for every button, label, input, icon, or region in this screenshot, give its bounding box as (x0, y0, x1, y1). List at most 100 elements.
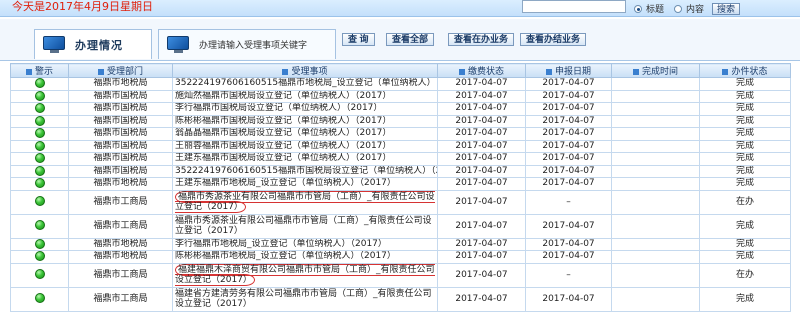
item-cell[interactable]: 福建福鼎木泽商贸有限公司福鼎市市管局（工商）_有限责任公司设立登记（2017） (172, 262, 438, 288)
table-row[interactable]: 福鼎市地税局 352224197606160515福鼎市地税局_设立登记（单位纳税… (10, 77, 791, 91)
fee-cell: 2017-04-07 (437, 139, 526, 153)
monitor-icon (43, 35, 67, 54)
dept-cell: 福鼎市地税局 (68, 77, 173, 91)
tab-status-label: 办理情况 (75, 38, 123, 52)
item-cell[interactable]: 352224197606160515福鼎市国税局设立登记（单位纳税人）（2017… (172, 164, 438, 178)
item-link[interactable]: 352224197606160515福鼎市地税局_设立登记（单位纳税人）（201… (175, 78, 437, 88)
status-cell: 完成 (699, 177, 791, 191)
col-status[interactable]: 办件状态 (699, 63, 791, 78)
item-cell[interactable]: 福鼎市秀源茶业有限公司福鼎市市管局（工商）_有限责任公司设立登记（2017） (172, 213, 438, 239)
item-cell[interactable]: 福鼎市秀源茶业有限公司福鼎市市管局（工商）_有限责任公司设立登记（2017） (172, 189, 438, 215)
date-cell: 2017-04-07 (525, 250, 612, 264)
item-link[interactable]: 福鼎市秀源茶业有限公司福鼎市市管局（工商）_有限责任公司设立登记（2017） (175, 216, 432, 236)
tab-keyword[interactable]: 办理请输入受理事项关键字 (158, 29, 336, 59)
item-link[interactable]: 李行福鼎市国税局设立登记（单位纳税人）（2017） (175, 103, 382, 113)
view-all-button[interactable]: 查看全部 (386, 33, 435, 46)
status-dot-cell (10, 139, 69, 153)
table-row[interactable]: 福鼎市国税局 施灿然福鼎市国税局设立登记（单位纳税人）（2017） 2017-04-… (10, 89, 791, 103)
item-cell[interactable]: 李行福鼎市地税局_设立登记（单位纳税人）（2017） (172, 237, 438, 251)
item-cell[interactable]: 352224197606160515福鼎市地税局_设立登记（单位纳税人）（201… (172, 77, 438, 91)
item-link[interactable]: 李行福鼎市地税局_设立登记（单位纳税人）（2017） (175, 239, 387, 249)
status-dot-icon (34, 103, 45, 113)
search-button[interactable]: 搜索 (712, 2, 741, 15)
fee-cell: 2017-04-07 (437, 262, 526, 288)
table-row[interactable]: 福鼎市地税局 王建东福鼎市地税局_设立登记（单位纳税人）（2017） 2017-04… (10, 177, 791, 191)
item-cell[interactable]: 陈彬彬福鼎市地税局_设立登记（单位纳税人）（2017） (172, 250, 438, 264)
table-row[interactable]: 福鼎市国税局 王丽蓉福鼎市国税局设立登记（单位纳税人）（2017） 2017-04-… (10, 139, 791, 153)
item-link[interactable]: 352224197606160515福鼎市国税局设立登记（单位纳税人）（2017… (175, 166, 437, 176)
table-row[interactable]: 福鼎市工商局 福鼎市秀源茶业有限公司福鼎市市管局（工商）_有限责任公司设立登记（2… (10, 213, 791, 239)
item-link[interactable]: 福建福鼎木泽商贸有限公司福鼎市市管局（工商）_有限责任公司设立登记（2017） (175, 264, 435, 286)
status-dot-cell (10, 114, 69, 128)
date-cell: 2017-04-07 (525, 237, 612, 251)
dept-cell: 福鼎市工商局 (68, 189, 173, 215)
item-cell[interactable]: 施灿然福鼎市国税局设立登记（单位纳税人）（2017） (172, 89, 438, 103)
status-dot-icon (34, 165, 45, 176)
col-date[interactable]: 申报日期 (525, 63, 612, 78)
keyword-label: 办理请输入受理事项关键字 (199, 41, 308, 51)
table-header-row: 警示 受理部门 受理事项 缴费状态 申报日期 完成时间 办件状态 (10, 63, 791, 78)
table-row[interactable]: 福鼎市工商局 福建省方建清劳务有限公司福鼎市市管局（工商）_有限责任公司设立登记（… (10, 286, 791, 312)
tab-status[interactable]: 办理情况 (34, 29, 152, 59)
item-cell[interactable]: 李行福鼎市国税局设立登记（单位纳税人）（2017） (172, 102, 438, 116)
item-link[interactable]: 福建省方建清劳务有限公司福鼎市市管局（工商）_有限责任公司设立登记（2017） (175, 289, 432, 309)
radio-title[interactable] (634, 4, 642, 13)
table-row[interactable]: 福鼎市国税局 王建东福鼎市国税局设立登记（单位纳税人）（2017） 2017-04-… (10, 152, 791, 166)
col-done[interactable]: 完成时间 (611, 63, 700, 78)
item-link[interactable]: 福鼎市秀源茶业有限公司福鼎市市管局（工商）_有限责任公司设立登记（2017） (175, 191, 435, 213)
fee-cell: 2017-04-07 (437, 77, 526, 91)
col-warning[interactable]: 警示 (10, 63, 69, 78)
status-cell: 完成 (699, 102, 791, 116)
item-cell[interactable]: 王丽蓉福鼎市国税局设立登记（单位纳税人）（2017） (172, 139, 438, 153)
item-cell[interactable]: 翁晶晶福鼎市国税局设立登记（单位纳税人）（2017） (172, 127, 438, 141)
fee-cell: 2017-04-07 (437, 102, 526, 116)
item-link[interactable]: 翁晶晶福鼎市国税局设立登记（单位纳税人）（2017） (175, 128, 391, 138)
item-link[interactable]: 施灿然福鼎市国税局设立登记（单位纳税人）（2017） (175, 91, 391, 101)
status-cell: 完成 (699, 213, 791, 239)
item-cell[interactable]: 陈彬彬福鼎市国税局设立登记（单位纳税人）（2017） (172, 114, 438, 128)
view-inprogress-button[interactable]: 查看在办业务 (448, 33, 515, 46)
date-cell: 2017-04-07 (525, 89, 612, 103)
status-cell: 完成 (699, 237, 791, 251)
table-row[interactable]: 福鼎市国税局 陈彬彬福鼎市国税局设立登记（单位纳税人）（2017） 2017-04-… (10, 114, 791, 128)
status-cell: 完成 (699, 250, 791, 264)
col-fee[interactable]: 缴费状态 (437, 63, 526, 78)
item-link[interactable]: 陈彬彬福鼎市国税局设立登记（单位纳税人）（2017） (175, 116, 391, 126)
status-dot-icon (34, 115, 45, 126)
done-cell (611, 139, 700, 153)
item-link[interactable]: 陈彬彬福鼎市地税局_设立登记（单位纳税人）（2017） (175, 251, 396, 261)
item-cell[interactable]: 王建东福鼎市国税局设立登记（单位纳税人）（2017） (172, 152, 438, 166)
status-dot-icon (34, 78, 45, 88)
query-button[interactable]: 查 询 (342, 33, 375, 46)
business-table: 警示 受理部门 受理事项 缴费状态 申报日期 完成时间 办件状态 福鼎市地税局 3… (10, 63, 791, 312)
done-cell (611, 152, 700, 166)
item-link[interactable]: 王建东福鼎市国税局设立登记（单位纳税人）（2017） (175, 153, 391, 163)
done-cell (611, 213, 700, 239)
table-row[interactable]: 福鼎市国税局 李行福鼎市国税局设立登记（单位纳税人）（2017） 2017-04-0… (10, 102, 791, 116)
table-row[interactable]: 福鼎市地税局 李行福鼎市地税局_设立登记（单位纳税人）（2017） 2017-04-… (10, 237, 791, 251)
fee-cell: 2017-04-07 (437, 250, 526, 264)
fee-cell: 2017-04-07 (437, 164, 526, 178)
date-text: 今天是2017年4月9日星期日 (12, 0, 153, 13)
status-dot-cell (10, 77, 69, 91)
date-cell: 2017-04-07 (525, 114, 612, 128)
status-cell: 完成 (699, 152, 791, 166)
table-row[interactable]: 福鼎市国税局 352224197606160515福鼎市国税局设立登记（单位纳税人… (10, 164, 791, 178)
view-done-button[interactable]: 查看办结业务 (520, 33, 587, 46)
search-input[interactable] (522, 0, 626, 13)
item-cell[interactable]: 王建东福鼎市地税局_设立登记（单位纳税人）（2017） (172, 177, 438, 191)
status-dot-cell (10, 189, 69, 215)
item-cell[interactable]: 福建省方建清劳务有限公司福鼎市市管局（工商）_有限责任公司设立登记（2017） (172, 286, 438, 312)
radio-content[interactable] (674, 4, 683, 13)
status-dot-icon (34, 153, 45, 163)
dept-cell: 福鼎市国税局 (68, 114, 173, 128)
table-row[interactable]: 福鼎市工商局 福建福鼎木泽商贸有限公司福鼎市市管局（工商）_有限责任公司设立登记（… (10, 262, 791, 288)
item-link[interactable]: 王建东福鼎市地税局_设立登记（单位纳税人）（2017） (175, 178, 396, 188)
table-row[interactable]: 福鼎市国税局 翁晶晶福鼎市国税局设立登记（单位纳税人）（2017） 2017-04-… (10, 127, 791, 141)
item-link[interactable]: 王丽蓉福鼎市国税局设立登记（单位纳税人）（2017） (175, 141, 391, 151)
table-row[interactable]: 福鼎市地税局 陈彬彬福鼎市地税局_设立登记（单位纳税人）（2017） 2017-04… (10, 250, 791, 264)
table-row[interactable]: 福鼎市工商局 福鼎市秀源茶业有限公司福鼎市市管局（工商）_有限责任公司设立登记（2… (10, 189, 791, 215)
col-dept[interactable]: 受理部门 (68, 63, 173, 78)
date-cell: – (525, 189, 612, 215)
col-item[interactable]: 受理事项 (172, 63, 438, 78)
